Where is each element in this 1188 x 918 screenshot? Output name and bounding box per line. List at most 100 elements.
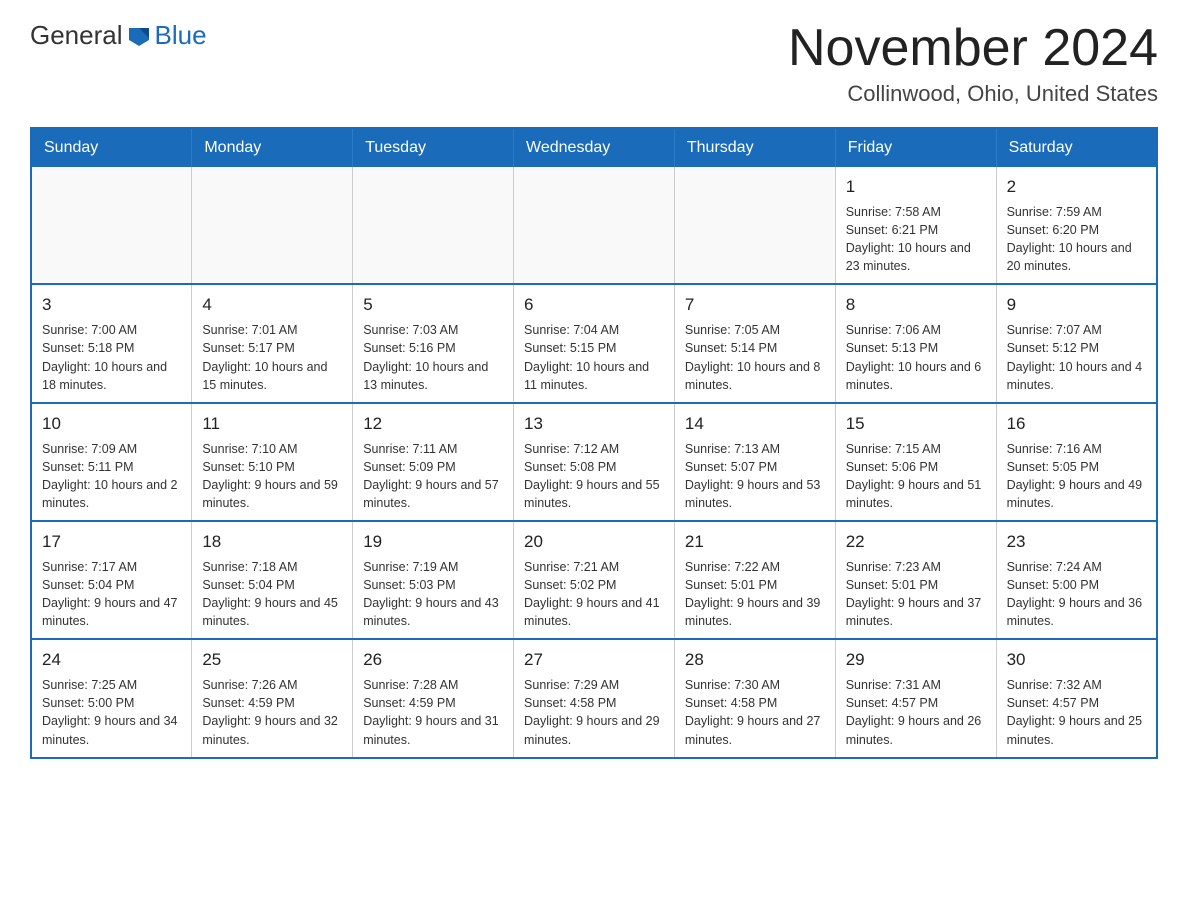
calendar-cell: 21 Sunrise: 7:22 AM Sunset: 5:01 PM Dayli… — [674, 521, 835, 639]
weekday-header-row: SundayMondayTuesdayWednesdayThursdayFrid… — [31, 128, 1157, 167]
day-number: 29 — [846, 648, 986, 672]
day-info: Sunrise: 7:30 AM Sunset: 4:58 PM Dayligh… — [685, 676, 825, 749]
day-info: Sunrise: 7:29 AM Sunset: 4:58 PM Dayligh… — [524, 676, 664, 749]
day-number: 15 — [846, 412, 986, 436]
day-number: 6 — [524, 293, 664, 317]
day-info: Sunrise: 7:07 AM Sunset: 5:12 PM Dayligh… — [1007, 321, 1146, 394]
day-number: 25 — [202, 648, 342, 672]
day-info: Sunrise: 7:15 AM Sunset: 5:06 PM Dayligh… — [846, 440, 986, 513]
day-info: Sunrise: 7:32 AM Sunset: 4:57 PM Dayligh… — [1007, 676, 1146, 749]
logo-general-text: General — [30, 20, 123, 51]
title-area: November 2024 Collinwood, Ohio, United S… — [788, 20, 1158, 107]
calendar-cell: 10Sunrise: 7:09 AM Sunset: 5:11 PM Dayli… — [31, 403, 192, 521]
day-number: 17 — [42, 530, 181, 554]
logo: General Blue — [30, 20, 207, 51]
day-info: Sunrise: 7:05 AM Sunset: 5:14 PM Dayligh… — [685, 321, 825, 394]
day-info: Sunrise: 7:04 AM Sunset: 5:15 PM Dayligh… — [524, 321, 664, 394]
day-info: Sunrise: 7:03 AM Sunset: 5:16 PM Dayligh… — [363, 321, 503, 394]
calendar-cell: 3 Sunrise: 7:00 AM Sunset: 5:18 PM Daylig… — [31, 284, 192, 402]
calendar-week-5: 24 Sunrise: 7:25 AM Sunset: 5:00 PM Dayli… — [31, 639, 1157, 757]
calendar-cell — [192, 167, 353, 284]
calendar-cell: 18Sunrise: 7:18 AM Sunset: 5:04 PM Dayli… — [192, 521, 353, 639]
day-info: Sunrise: 7:10 AM Sunset: 5:10 PM Dayligh… — [202, 440, 342, 513]
page-header: General Blue November 2024 Collinwood, O… — [30, 20, 1158, 107]
day-number: 9 — [1007, 293, 1146, 317]
day-number: 26 — [363, 648, 503, 672]
day-number: 21 — [685, 530, 825, 554]
calendar-cell — [514, 167, 675, 284]
calendar-cell — [31, 167, 192, 284]
day-info: Sunrise: 7:11 AM Sunset: 5:09 PM Dayligh… — [363, 440, 503, 513]
day-number: 3 — [42, 293, 181, 317]
calendar-cell: 13 Sunrise: 7:12 AM Sunset: 5:08 PM Dayli… — [514, 403, 675, 521]
calendar-cell: 16Sunrise: 7:16 AM Sunset: 5:05 PM Dayli… — [996, 403, 1157, 521]
calendar-cell: 7 Sunrise: 7:05 AM Sunset: 5:14 PM Daylig… — [674, 284, 835, 402]
calendar-cell: 12 Sunrise: 7:11 AM Sunset: 5:09 PM Dayli… — [353, 403, 514, 521]
day-info: Sunrise: 7:22 AM Sunset: 5:01 PM Dayligh… — [685, 558, 825, 631]
day-number: 14 — [685, 412, 825, 436]
day-info: Sunrise: 7:00 AM Sunset: 5:18 PM Dayligh… — [42, 321, 181, 394]
calendar-cell: 4Sunrise: 7:01 AM Sunset: 5:17 PM Daylig… — [192, 284, 353, 402]
calendar-cell: 9 Sunrise: 7:07 AM Sunset: 5:12 PM Daylig… — [996, 284, 1157, 402]
calendar-cell: 8Sunrise: 7:06 AM Sunset: 5:13 PM Daylig… — [835, 284, 996, 402]
day-info: Sunrise: 7:24 AM Sunset: 5:00 PM Dayligh… — [1007, 558, 1146, 631]
weekday-header-wednesday: Wednesday — [514, 128, 675, 167]
calendar-cell: 19Sunrise: 7:19 AM Sunset: 5:03 PM Dayli… — [353, 521, 514, 639]
day-number: 24 — [42, 648, 181, 672]
day-info: Sunrise: 7:21 AM Sunset: 5:02 PM Dayligh… — [524, 558, 664, 631]
day-number: 22 — [846, 530, 986, 554]
weekday-header-thursday: Thursday — [674, 128, 835, 167]
weekday-header-sunday: Sunday — [31, 128, 192, 167]
weekday-header-monday: Monday — [192, 128, 353, 167]
calendar-cell: 24 Sunrise: 7:25 AM Sunset: 5:00 PM Dayli… — [31, 639, 192, 757]
calendar-cell: 29 Sunrise: 7:31 AM Sunset: 4:57 PM Dayli… — [835, 639, 996, 757]
day-info: Sunrise: 7:28 AM Sunset: 4:59 PM Dayligh… — [363, 676, 503, 749]
day-info: Sunrise: 7:17 AM Sunset: 5:04 PM Dayligh… — [42, 558, 181, 631]
day-number: 5 — [363, 293, 503, 317]
day-info: Sunrise: 7:23 AM Sunset: 5:01 PM Dayligh… — [846, 558, 986, 631]
day-info: Sunrise: 7:12 AM Sunset: 5:08 PM Dayligh… — [524, 440, 664, 513]
day-number: 19 — [363, 530, 503, 554]
day-number: 2 — [1007, 175, 1146, 199]
calendar-cell — [674, 167, 835, 284]
day-info: Sunrise: 7:58 AM Sunset: 6:21 PM Dayligh… — [846, 203, 986, 276]
day-number: 18 — [202, 530, 342, 554]
day-number: 13 — [524, 412, 664, 436]
day-info: Sunrise: 7:16 AM Sunset: 5:05 PM Dayligh… — [1007, 440, 1146, 513]
day-number: 1 — [846, 175, 986, 199]
day-number: 11 — [202, 412, 342, 436]
calendar-cell: 11 Sunrise: 7:10 AM Sunset: 5:10 PM Dayli… — [192, 403, 353, 521]
calendar-cell: 23Sunrise: 7:24 AM Sunset: 5:00 PM Dayli… — [996, 521, 1157, 639]
day-number: 27 — [524, 648, 664, 672]
day-number: 12 — [363, 412, 503, 436]
calendar-week-4: 17 Sunrise: 7:17 AM Sunset: 5:04 PM Dayli… — [31, 521, 1157, 639]
day-number: 10 — [42, 412, 181, 436]
logo-icon — [125, 22, 153, 50]
calendar-week-2: 3 Sunrise: 7:00 AM Sunset: 5:18 PM Daylig… — [31, 284, 1157, 402]
day-number: 28 — [685, 648, 825, 672]
calendar-cell: 22 Sunrise: 7:23 AM Sunset: 5:01 PM Dayli… — [835, 521, 996, 639]
day-info: Sunrise: 7:13 AM Sunset: 5:07 PM Dayligh… — [685, 440, 825, 513]
weekday-header-friday: Friday — [835, 128, 996, 167]
day-number: 8 — [846, 293, 986, 317]
calendar-cell: 25 Sunrise: 7:26 AM Sunset: 4:59 PM Dayli… — [192, 639, 353, 757]
calendar-cell: 15 Sunrise: 7:15 AM Sunset: 5:06 PM Dayli… — [835, 403, 996, 521]
weekday-header-saturday: Saturday — [996, 128, 1157, 167]
day-number: 7 — [685, 293, 825, 317]
calendar-subtitle: Collinwood, Ohio, United States — [788, 81, 1158, 107]
day-number: 20 — [524, 530, 664, 554]
day-info: Sunrise: 7:26 AM Sunset: 4:59 PM Dayligh… — [202, 676, 342, 749]
calendar-cell: 14 Sunrise: 7:13 AM Sunset: 5:07 PM Dayli… — [674, 403, 835, 521]
calendar-cell: 20 Sunrise: 7:21 AM Sunset: 5:02 PM Dayli… — [514, 521, 675, 639]
calendar-cell: 26 Sunrise: 7:28 AM Sunset: 4:59 PM Dayli… — [353, 639, 514, 757]
calendar-week-1: 1 Sunrise: 7:58 AM Sunset: 6:21 PM Daylig… — [31, 167, 1157, 284]
calendar-table: SundayMondayTuesdayWednesdayThursdayFrid… — [30, 127, 1158, 758]
weekday-header-tuesday: Tuesday — [353, 128, 514, 167]
calendar-cell: 28 Sunrise: 7:30 AM Sunset: 4:58 PM Dayli… — [674, 639, 835, 757]
calendar-cell: 6 Sunrise: 7:04 AM Sunset: 5:15 PM Daylig… — [514, 284, 675, 402]
day-info: Sunrise: 7:25 AM Sunset: 5:00 PM Dayligh… — [42, 676, 181, 749]
calendar-cell: 2Sunrise: 7:59 AM Sunset: 6:20 PM Daylig… — [996, 167, 1157, 284]
day-info: Sunrise: 7:31 AM Sunset: 4:57 PM Dayligh… — [846, 676, 986, 749]
calendar-title: November 2024 — [788, 20, 1158, 77]
calendar-cell — [353, 167, 514, 284]
